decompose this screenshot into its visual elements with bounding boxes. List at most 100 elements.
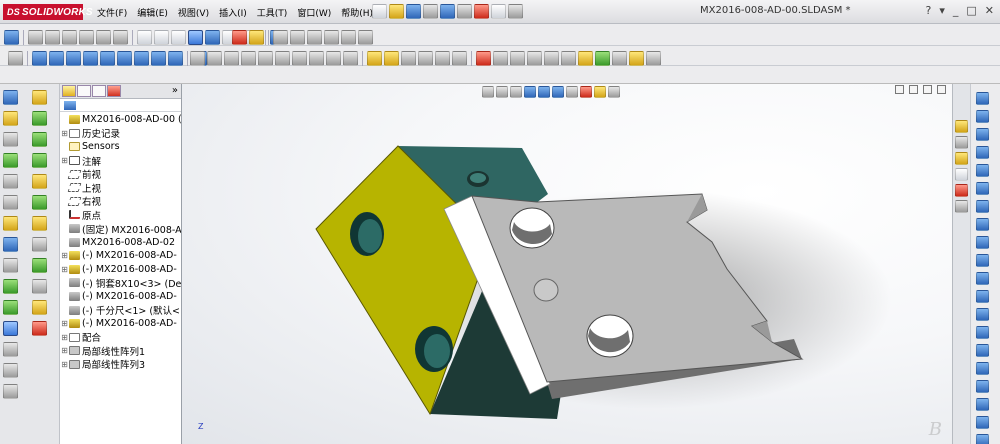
options-gear-icon[interactable] (508, 4, 523, 19)
toolbox-icon[interactable] (629, 50, 644, 66)
appearances-scenes-icon[interactable] (955, 184, 968, 197)
expand-toggle[interactable]: ⊞ (60, 333, 69, 342)
sketch-toolbar-icon[interactable] (493, 50, 508, 66)
zoom-in-out-icon[interactable] (45, 29, 60, 45)
routing-icon[interactable] (646, 50, 661, 66)
configuration-manager-tab-icon[interactable] (92, 85, 106, 97)
tree-item-component[interactable]: MX2016-008-AD-02 (60, 235, 181, 249)
rotate-view-icon[interactable] (79, 29, 94, 45)
spline-icon[interactable] (976, 236, 989, 249)
ambient-occlusion-icon[interactable] (341, 29, 356, 45)
wrap-icon[interactable] (3, 300, 18, 315)
line-icon[interactable] (976, 128, 989, 141)
hidden-lines-visible-icon[interactable] (154, 29, 169, 45)
redo-icon[interactable] (457, 4, 472, 19)
text-icon[interactable] (976, 326, 989, 339)
tree-filter[interactable] (60, 99, 181, 112)
close-icon[interactable]: ✕ (985, 4, 994, 17)
tree-item-mates[interactable]: ⊞ 配合 (60, 331, 181, 344)
composite-curve-icon[interactable] (32, 258, 47, 273)
speedpak-icon[interactable] (401, 50, 416, 66)
simulation-icon[interactable] (595, 50, 610, 66)
rectangle-icon[interactable] (976, 146, 989, 159)
sketch-pattern-icon[interactable] (976, 434, 989, 444)
interference-detection-icon[interactable] (190, 50, 205, 66)
move-component-icon[interactable] (83, 50, 98, 66)
section-view-icon[interactable] (290, 29, 305, 45)
show-hidden-icon[interactable] (100, 50, 115, 66)
menu-edit[interactable]: 编辑(E) (132, 6, 173, 19)
flow-icon[interactable] (612, 50, 627, 66)
menu-tools[interactable]: 工具(T) (252, 6, 293, 19)
view-orientation-icon[interactable] (273, 29, 288, 45)
chamfer-icon[interactable] (3, 384, 18, 399)
sensor-icon[interactable] (309, 50, 324, 66)
shaded-icon[interactable] (205, 29, 220, 45)
tree-item-pattern[interactable]: ⊞ 局部线性阵列1 (60, 344, 181, 358)
expand-toggle[interactable]: ⊞ (60, 129, 69, 138)
tree-item-annotations[interactable]: ⊞ 注解 (60, 154, 181, 168)
view-palette-icon[interactable] (955, 168, 968, 181)
tree-item-assembly[interactable]: MX2016-008-AD-00 (D (60, 113, 181, 127)
curvature-icon[interactable] (307, 29, 322, 45)
new-motion-study-icon[interactable] (151, 50, 166, 66)
expand-toggle[interactable]: ⊞ (60, 251, 69, 260)
clearance-icon[interactable] (207, 50, 222, 66)
plane-icon[interactable] (32, 111, 47, 126)
maximize-icon[interactable]: □ (966, 4, 976, 17)
trim-icon[interactable] (976, 344, 989, 357)
dome-icon[interactable] (3, 342, 18, 357)
feature-manager-tab-icon[interactable] (62, 85, 76, 97)
envelope-icon[interactable] (435, 50, 450, 66)
expand-toggle[interactable]: ⊞ (60, 360, 69, 369)
hidden-lines-removed-icon[interactable] (171, 29, 186, 45)
office-products-icon[interactable] (544, 50, 559, 66)
surface-icon[interactable] (32, 300, 47, 315)
mirror-sketch-icon[interactable] (976, 398, 989, 411)
section-properties-icon[interactable] (275, 50, 290, 66)
menu-window[interactable]: 窗口(W) (292, 6, 336, 19)
revolve-icon[interactable] (3, 174, 18, 189)
tree-item-component[interactable]: ⊞ (-) MX2016-008-AD- (60, 249, 181, 263)
ellipse-icon[interactable] (976, 254, 989, 267)
tree-item-component[interactable]: (固定) MX2016-008-A (60, 222, 181, 236)
extend-icon[interactable] (976, 362, 989, 375)
tree-item-front-plane[interactable]: 前视 (60, 167, 181, 181)
point-sketch-icon[interactable] (976, 290, 989, 303)
menu-insert[interactable]: 插入(I) (214, 6, 252, 19)
save-icon[interactable] (406, 4, 421, 19)
reference-geometry-icon[interactable] (134, 50, 149, 66)
projected-curve-icon[interactable] (32, 279, 47, 294)
features-toolbar-icon[interactable] (476, 50, 491, 66)
smart-fasteners-icon[interactable] (66, 50, 81, 66)
pan-icon[interactable] (96, 29, 111, 45)
arc-icon[interactable] (976, 200, 989, 213)
roll-view-icon[interactable] (113, 29, 128, 45)
draft-icon[interactable] (3, 237, 18, 252)
solidworks-resources-icon[interactable] (955, 120, 968, 133)
shell-icon[interactable] (3, 258, 18, 273)
mate-icon[interactable] (32, 50, 47, 66)
help-icon[interactable]: ? (926, 4, 932, 17)
custom-properties-icon[interactable] (955, 200, 968, 213)
collapse-panel-icon[interactable]: » (172, 85, 178, 96)
tree-item-sensors[interactable]: Sensors (60, 140, 181, 154)
snapshot-icon[interactable] (418, 50, 433, 66)
rebuild-traffic-light-icon[interactable] (474, 4, 489, 19)
bill-of-materials-icon[interactable] (168, 50, 183, 66)
expand-toggle[interactable]: ⊞ (60, 265, 69, 274)
print-icon[interactable] (423, 4, 438, 19)
dimxpert-icon[interactable] (527, 50, 542, 66)
tree-item-component[interactable]: (-) 千分尺<1> (默认< (60, 303, 181, 317)
extrude-icon[interactable] (32, 90, 47, 105)
hole-alignment-icon[interactable] (224, 50, 239, 66)
linear-pattern-icon[interactable] (49, 50, 64, 66)
assembly-visualization-icon[interactable] (326, 50, 341, 66)
weld-icon[interactable] (32, 321, 47, 336)
cut-icon[interactable] (3, 363, 18, 378)
cartoon-icon[interactable] (358, 29, 373, 45)
tree-item-component[interactable]: ⊞ (-) MX2016-008-AD- (60, 317, 181, 331)
offset-icon[interactable] (976, 380, 989, 393)
scene-icon[interactable] (249, 29, 264, 45)
insert-components-icon[interactable] (8, 50, 23, 66)
